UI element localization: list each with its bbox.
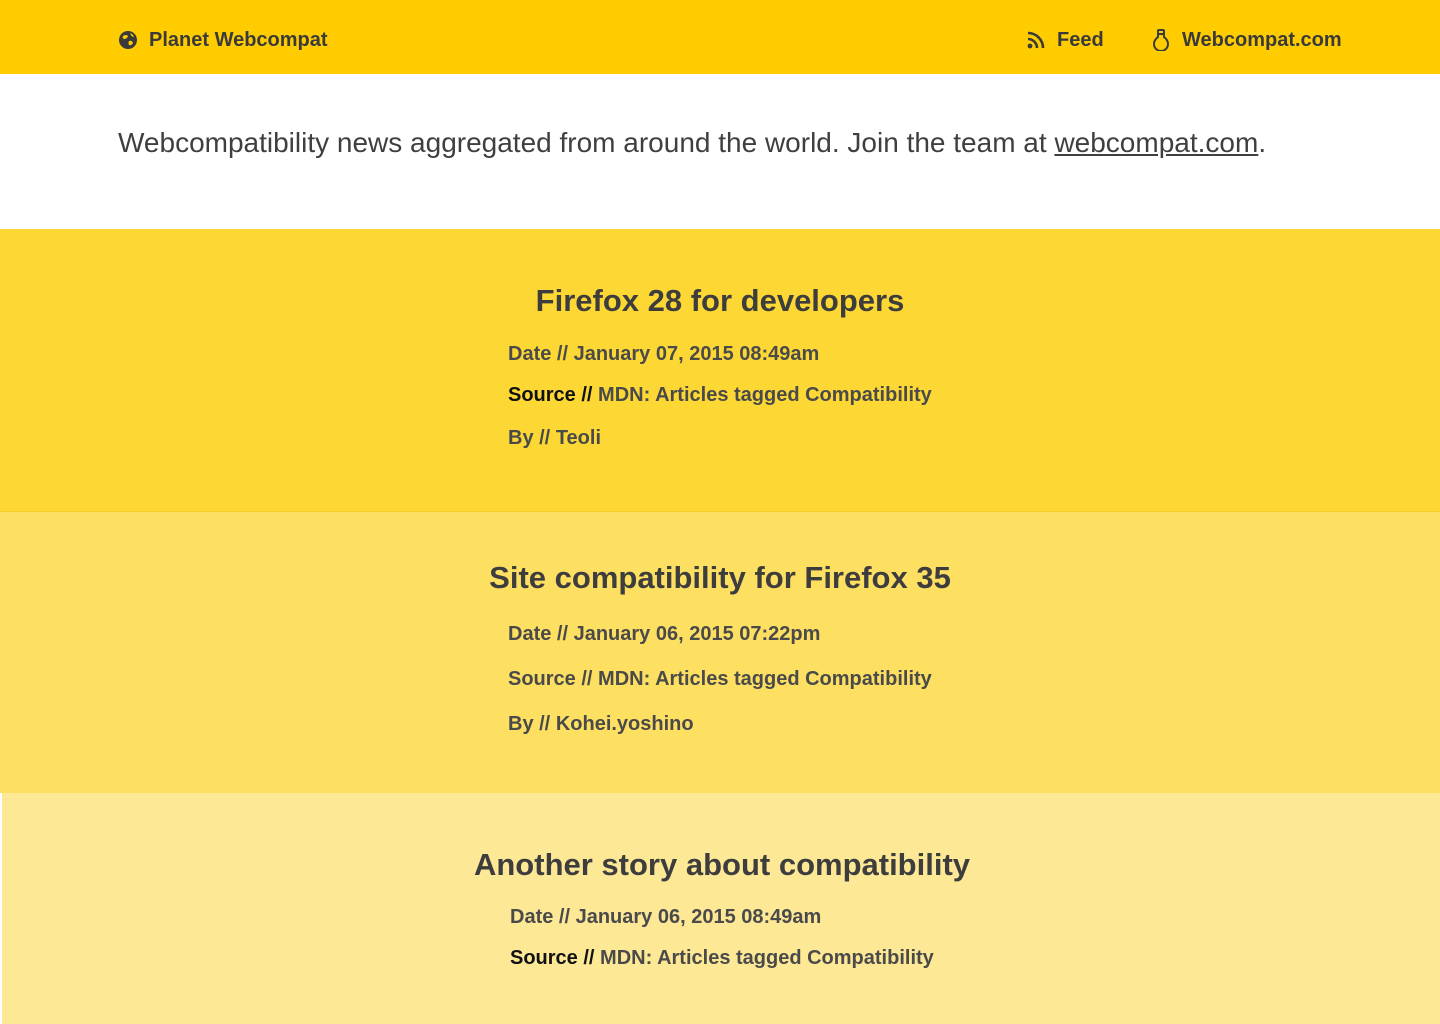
- date-value: January 06, 2015 07:22pm: [573, 623, 821, 645]
- source-label: Source //: [510, 947, 595, 969]
- intro-sentence: Webcompatibility news aggregated from ar…: [118, 127, 1055, 158]
- article-title[interactable]: Firefox 28 for developers: [0, 283, 1440, 319]
- brand-label: Planet Webcompat: [149, 28, 328, 51]
- lightbulb-icon: [1150, 29, 1172, 51]
- article-card: Firefox 28 for developers Date // Januar…: [0, 229, 1440, 512]
- article-source: Source // MDN: Articles tagged Compatibi…: [508, 668, 932, 691]
- source-link[interactable]: MDN: Articles tagged Compatibility: [598, 384, 932, 406]
- top-navigation-bar: Planet Webcompat Feed Webcompat.com: [0, 0, 1440, 74]
- by-label: By //: [508, 427, 551, 449]
- source-link[interactable]: MDN: Articles tagged Compatibility: [598, 668, 932, 690]
- date-value: January 07, 2015 08:49am: [573, 343, 820, 365]
- nav-webcompat-label: Webcompat.com: [1182, 28, 1342, 51]
- article-date: Date // January 06, 2015 08:49am: [510, 906, 821, 929]
- source-link[interactable]: MDN: Articles tagged Compatibility: [600, 947, 934, 969]
- article-title[interactable]: Site compatibility for Firefox 35: [0, 560, 1440, 596]
- nav-feed-link[interactable]: Feed: [1025, 27, 1104, 53]
- intro-webcompat-link[interactable]: webcompat.com: [1054, 127, 1258, 158]
- author-value: Kohei.yoshino: [555, 713, 694, 735]
- article-author: By // Teoli: [508, 427, 601, 450]
- intro-suffix: .: [1258, 127, 1267, 158]
- nav-webcompat-link[interactable]: Webcompat.com: [1150, 27, 1342, 53]
- nav-feed-label: Feed: [1057, 28, 1104, 51]
- brand-link[interactable]: Planet Webcompat: [117, 27, 328, 53]
- article-author: By // Kohei.yoshino: [508, 713, 694, 736]
- author-value: Teoli: [555, 427, 601, 449]
- date-value: January 06, 2015 08:49am: [575, 906, 822, 928]
- article-source: Source // MDN: Articles tagged Compatibi…: [510, 947, 934, 970]
- article-card: Site compatibility for Firefox 35 Date /…: [0, 512, 1440, 793]
- date-label: Date //: [508, 623, 569, 645]
- article-card: Another story about compatibility Date /…: [0, 793, 1440, 1024]
- intro-text: Webcompatibility news aggregated from ar…: [118, 127, 1266, 159]
- rss-feed-icon: [1025, 29, 1047, 51]
- date-label: Date //: [508, 343, 569, 365]
- date-label: Date //: [510, 906, 571, 928]
- article-source: Source // MDN: Articles tagged Compatibi…: [508, 384, 932, 407]
- source-label: Source //: [508, 668, 593, 690]
- article-date: Date // January 06, 2015 07:22pm: [508, 623, 820, 646]
- by-label: By //: [508, 713, 551, 735]
- article-title[interactable]: Another story about compatibility: [2, 847, 1440, 883]
- source-label: Source //: [508, 384, 593, 406]
- article-date: Date // January 07, 2015 08:49am: [508, 343, 819, 366]
- globe-icon: [117, 29, 139, 51]
